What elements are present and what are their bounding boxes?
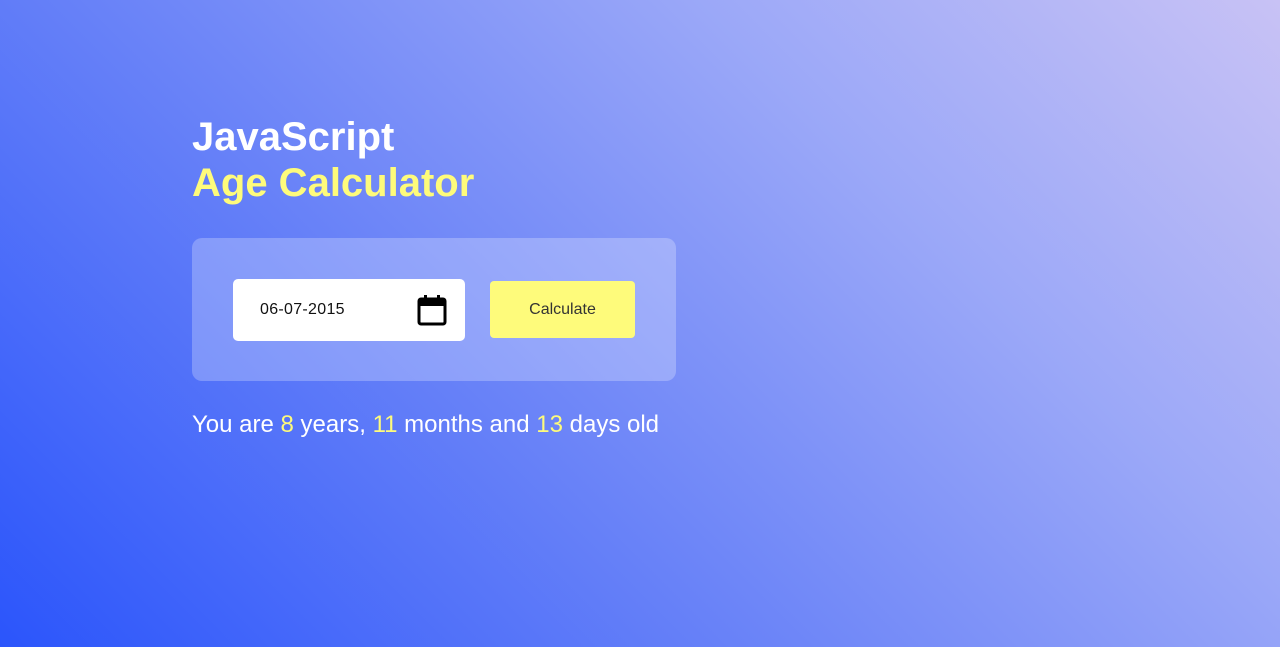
result-days: 13 xyxy=(536,411,563,438)
input-card: 06-07-2015 Calculate xyxy=(192,238,676,381)
age-calculator-container: JavaScript Age Calculator 06-07-2015 Cal… xyxy=(192,114,712,440)
date-input[interactable]: 06-07-2015 xyxy=(233,279,465,341)
result-prefix: You are xyxy=(192,411,281,438)
result-years-label: years, xyxy=(293,411,373,438)
age-result: You are 8 years, 11 months and 13 days o… xyxy=(192,410,712,440)
title-javascript: JavaScript xyxy=(192,115,395,159)
result-months-label: months and xyxy=(397,411,537,438)
result-years: 8 xyxy=(280,411,294,438)
result-months: 11 xyxy=(372,411,398,438)
result-days-label: days old xyxy=(562,411,660,438)
calendar-icon[interactable] xyxy=(415,293,449,327)
calculate-button[interactable]: Calculate xyxy=(490,281,635,338)
title-age-calculator: Age Calculator xyxy=(192,161,475,205)
date-value[interactable]: 06-07-2015 xyxy=(260,301,415,319)
